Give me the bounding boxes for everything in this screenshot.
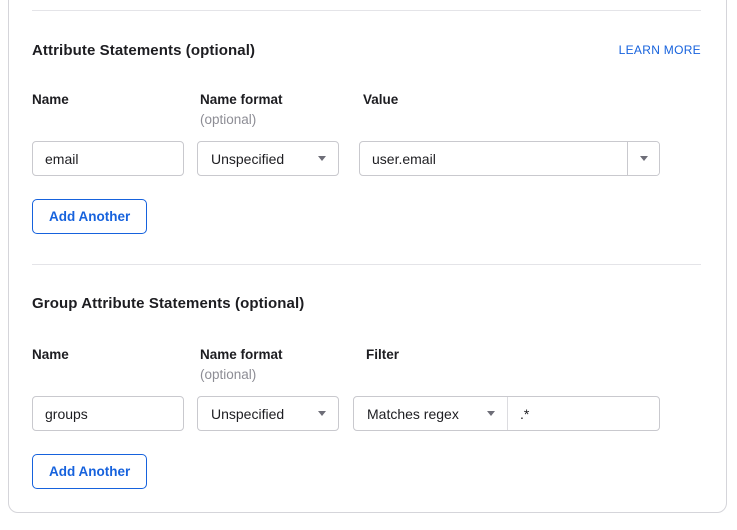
- gas-name-column-label: Name: [32, 347, 69, 362]
- as-add-another-button[interactable]: Add Another: [32, 199, 147, 234]
- middle-divider: [32, 264, 701, 265]
- group-attribute-statements-title: Group Attribute Statements (optional): [32, 295, 304, 312]
- as-name-format-selected-value: Unspecified: [211, 151, 284, 167]
- as-value-dropdown-button[interactable]: [627, 142, 659, 175]
- as-value-combobox: [359, 141, 660, 176]
- gas-name-format-optional-label: (optional): [200, 367, 256, 382]
- gas-filter-column-label: Filter: [366, 347, 399, 362]
- gas-filter-type-select[interactable]: Matches regex: [354, 397, 508, 430]
- chevron-down-icon: [487, 411, 495, 416]
- gas-filter-type-selected-value: Matches regex: [367, 406, 459, 422]
- saml-settings-panel: Attribute Statements (optional) LEARN MO…: [0, 0, 737, 530]
- attribute-statements-title: Attribute Statements (optional): [32, 42, 255, 59]
- learn-more-link[interactable]: LEARN MORE: [619, 43, 701, 57]
- as-name-format-select[interactable]: Unspecified: [197, 141, 339, 176]
- as-name-column-label: Name: [32, 92, 69, 107]
- chevron-down-icon: [318, 411, 326, 416]
- chevron-down-icon: [318, 156, 326, 161]
- gas-filter-value-input[interactable]: [508, 397, 659, 430]
- gas-name-format-column-label: Name format: [200, 347, 283, 362]
- as-value-column-label: Value: [363, 92, 398, 107]
- settings-card: [8, 0, 727, 513]
- gas-name-format-select[interactable]: Unspecified: [197, 396, 339, 431]
- gas-name-format-selected-value: Unspecified: [211, 406, 284, 422]
- chevron-down-icon: [640, 156, 648, 161]
- gas-name-input[interactable]: [32, 396, 184, 431]
- gas-filter-group: Matches regex: [353, 396, 660, 431]
- as-name-format-column-label: Name format: [200, 92, 283, 107]
- as-name-format-optional-label: (optional): [200, 112, 256, 127]
- as-name-input[interactable]: [32, 141, 184, 176]
- top-divider: [32, 10, 701, 11]
- gas-add-another-button[interactable]: Add Another: [32, 454, 147, 489]
- as-value-input[interactable]: [360, 142, 627, 175]
